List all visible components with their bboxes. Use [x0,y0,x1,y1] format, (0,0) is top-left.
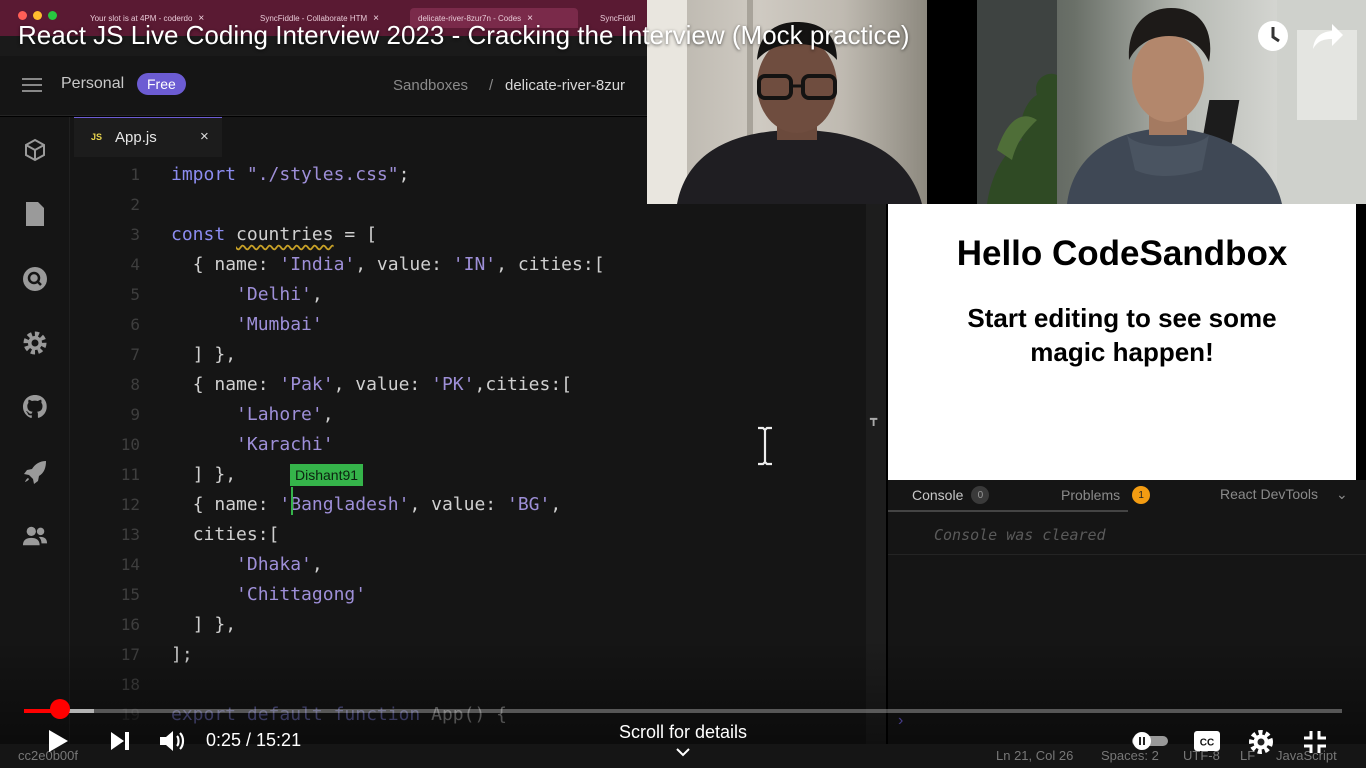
collaborator-label: Dishant91 [290,464,364,486]
code-line: 11 ] }, [120,464,237,485]
github-icon[interactable] [22,394,48,420]
breadcrumb-separator: / [489,77,494,94]
console-message: Console was cleared [934,526,1106,544]
breadcrumb-sandboxes[interactable]: Sandboxes [393,77,468,94]
code-line: 15 'Chittagong' [120,584,367,605]
scroll-for-details[interactable]: Scroll for details [560,722,806,762]
tab-label: App.js [115,129,157,146]
code-line: 6 'Mumbai' [130,314,323,335]
workspace-name[interactable]: Personal [61,75,124,93]
problems-count-badge: 1 [1132,486,1151,504]
code-line: 10 'Karachi' [120,434,334,455]
scroll-hint-label: Scroll for details [618,722,748,742]
volume-icon[interactable] [158,726,188,756]
text-cursor-icon [755,426,775,466]
webcam-feed-interviewer [977,0,1366,204]
autoplay-toggle-icon[interactable] [1128,728,1172,754]
console-count-badge: 0 [971,486,990,504]
webcam-gap [927,0,977,204]
sandbox-name[interactable]: delicate-river-8zur [505,77,625,94]
code-line: 13 cities:[ [120,524,280,545]
time-display: 0:25 / 15:21 [206,730,302,750]
cube-icon[interactable] [22,137,48,163]
preview-subheading: Start editing to see some magic happen! [967,303,1277,367]
captions-icon[interactable]: CC [1192,728,1222,754]
plan-badge: Free [137,73,186,95]
video-title[interactable]: React JS Live Coding Interview 2023 - Cr… [18,20,910,51]
close-icon[interactable]: × [200,128,209,145]
resize-handle-icon[interactable]: ┳ [870,412,882,426]
tab-app-js[interactable]: JS App.js × [74,117,222,157]
search-icon[interactable] [22,266,48,292]
console-divider [888,554,1366,555]
code-line: 9 'Lahore', [130,404,334,425]
tab-react-devtools[interactable]: React DevTools [1220,486,1320,502]
close-window-dot[interactable] [18,11,27,20]
svg-text:CC: CC [1200,738,1214,749]
users-icon[interactable] [22,523,48,549]
menu-icon[interactable] [22,78,42,92]
collaborator-cursor [291,487,293,515]
gear-icon[interactable] [22,330,48,356]
maximize-window-dot[interactable] [48,11,57,20]
progress-bar[interactable] [24,709,1342,713]
code-line: 16 ] }, [120,614,237,635]
code-line: 14 'Dhaka', [120,554,323,575]
chevron-down-icon[interactable]: ⌄ [1336,486,1348,503]
exit-fullscreen-icon[interactable] [1300,727,1330,757]
code-line: 4 { name: 'India', value: 'IN', cities:[ [130,254,605,275]
code-line: 12 { name: 'Bangladesh', value: 'BG', [120,494,562,515]
minimize-window-dot[interactable] [33,11,42,20]
active-tab-indicator [888,510,1128,512]
preview-heading: Hello CodeSandbox [956,234,1288,273]
rocket-icon[interactable] [22,459,48,485]
js-file-icon: JS [91,132,103,142]
code-line: 3 const countries = [ [130,224,377,245]
watch-later-icon[interactable] [1257,20,1289,52]
code-line: 7 ] }, [130,344,237,365]
code-line: 8 { name: 'Pak', value: 'PK',cities:[ [130,374,573,395]
play-icon[interactable] [44,727,72,755]
next-icon[interactable] [106,727,134,755]
cursor-position: Ln 21, Col 26 [996,748,1074,763]
share-icon[interactable] [1312,20,1344,52]
console-tabs: Console 0 Problems 1 React DevTools ⌄ [888,480,1366,510]
tab-console[interactable]: Console 0 [912,486,990,504]
preview-pane: Hello CodeSandbox Start editing to see s… [888,204,1356,480]
progress-scrubber[interactable] [49,699,70,719]
code-line: 5 'Delhi', [130,284,323,305]
settings-gear-icon[interactable] [1246,727,1276,757]
file-icon[interactable] [22,201,48,227]
chevron-down-icon [560,741,806,762]
window-controls [18,11,57,20]
tab-problems[interactable]: Problems 1 [1061,486,1151,504]
